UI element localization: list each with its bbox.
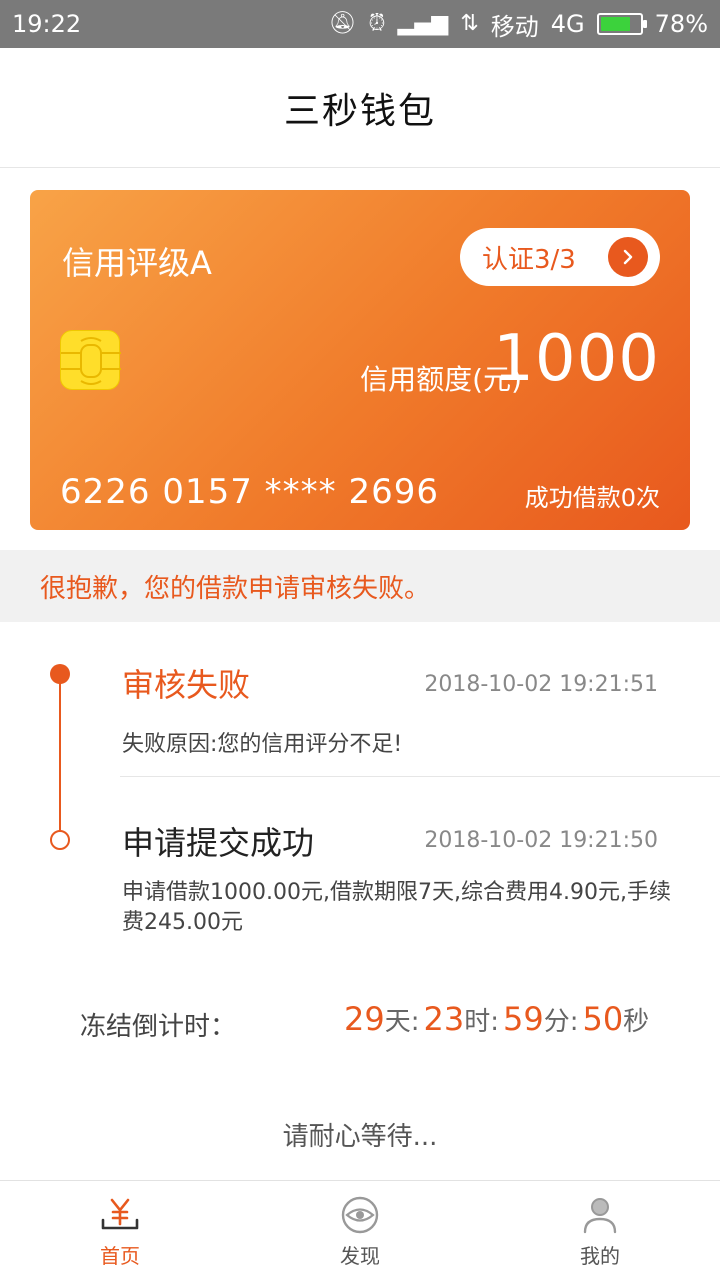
nav-label: 发现 — [340, 1243, 380, 1268]
battery-level — [600, 17, 631, 31]
credit-rating: 信用评级A — [62, 244, 212, 282]
signal-icon: ▂▄▆ — [397, 11, 449, 36]
chevron-right-icon — [608, 237, 648, 277]
battery-percent: 78% — [654, 10, 708, 38]
bottom-nav: 首页 发现 我的 — [0, 1180, 720, 1280]
timeline-item-desc: 失败原因:您的信用评分不足! — [122, 732, 403, 757]
bell-muted-icon: 🔕︎ — [328, 11, 357, 36]
verify-label: 认证3/3 — [482, 244, 576, 275]
status-bar: 19:22 🔕︎ ⏰︎ ▂▄▆ ⇅ 移动 4G 78% — [0, 0, 720, 48]
countdown-seconds-unit: 秒 — [623, 1007, 650, 1037]
countdown-seconds: 50 — [582, 1000, 624, 1038]
nav-item-mine[interactable]: 我的 — [480, 1181, 720, 1280]
nav-label: 我的 — [580, 1243, 620, 1268]
network-type: 4G — [550, 10, 585, 38]
review-failed-alert: 很抱歉，您的借款申请审核失败。 — [0, 550, 720, 622]
timeline-item-desc: 申请借款1000.00元,借款期限7天,综合费用4.90元,手续费245.00元 — [122, 880, 671, 935]
timeline-item-time: 2018-10-02 19:21:51 — [424, 672, 658, 697]
card-number: 6226 0157 **** 2696 — [60, 472, 440, 512]
timeline-line — [59, 674, 61, 840]
alarm-clock-icon: ⏰︎ — [368, 11, 386, 36]
timeline-dot-hollow-icon — [50, 830, 70, 850]
timeline-item-title: 审核失败 — [122, 666, 251, 704]
app-header: 三秒钱包 — [0, 48, 720, 168]
freeze-countdown: 29 天: 23 时: 59 分: 50 秒 — [344, 1000, 653, 1038]
timeline-divider — [120, 776, 720, 777]
data-transfer-icon: ⇅ — [460, 11, 479, 36]
timeline-item-time: 2018-10-02 19:21:50 — [424, 828, 658, 853]
page-title: 三秒钱包 — [283, 90, 436, 132]
countdown-label: 冻结倒计时： — [80, 1012, 237, 1042]
nav-item-home[interactable]: 首页 — [0, 1181, 240, 1280]
countdown-days: 29 — [344, 1000, 385, 1038]
user-profile-icon — [579, 1194, 621, 1236]
alert-message: 很抱歉，您的借款申请审核失败。 — [40, 573, 431, 604]
countdown-hours: 23 — [423, 1000, 465, 1038]
timeline-dot-filled-icon — [50, 664, 70, 684]
card-chip-icon — [60, 330, 121, 390]
nav-item-discover[interactable]: 发现 — [240, 1181, 480, 1280]
countdown-minutes: 59 — [502, 1000, 544, 1038]
timeline-item-title: 申请提交成功 — [122, 824, 315, 862]
countdown-days-unit: 天: — [384, 1007, 420, 1037]
countdown-minutes-unit: 分: — [543, 1007, 579, 1037]
yen-home-icon — [99, 1194, 141, 1236]
credit-limit-value: 1000 — [493, 322, 660, 396]
wait-message: 请耐心等待... — [282, 1122, 438, 1152]
countdown-hours-unit: 时: — [464, 1007, 499, 1037]
status-time: 19:22 — [12, 10, 82, 38]
credit-card: 信用评级A 认证3/3 信用额度(元) 1000 6226 0157 **** … — [30, 190, 690, 530]
carrier-label: 移动 — [490, 12, 539, 41]
status-icons: 🔕︎ ⏰︎ ▂▄▆ ⇅ 移动 4G 78% — [328, 7, 708, 42]
application-timeline: 审核失败 2018-10-02 19:21:51 失败原因:您的信用评分不足! … — [0, 622, 720, 962]
loan-count: 成功借款0次 — [524, 484, 660, 512]
eye-discover-icon — [339, 1194, 381, 1236]
nav-label: 首页 — [100, 1243, 140, 1268]
battery-icon — [596, 13, 647, 35]
verify-button[interactable]: 认证3/3 — [460, 228, 660, 286]
